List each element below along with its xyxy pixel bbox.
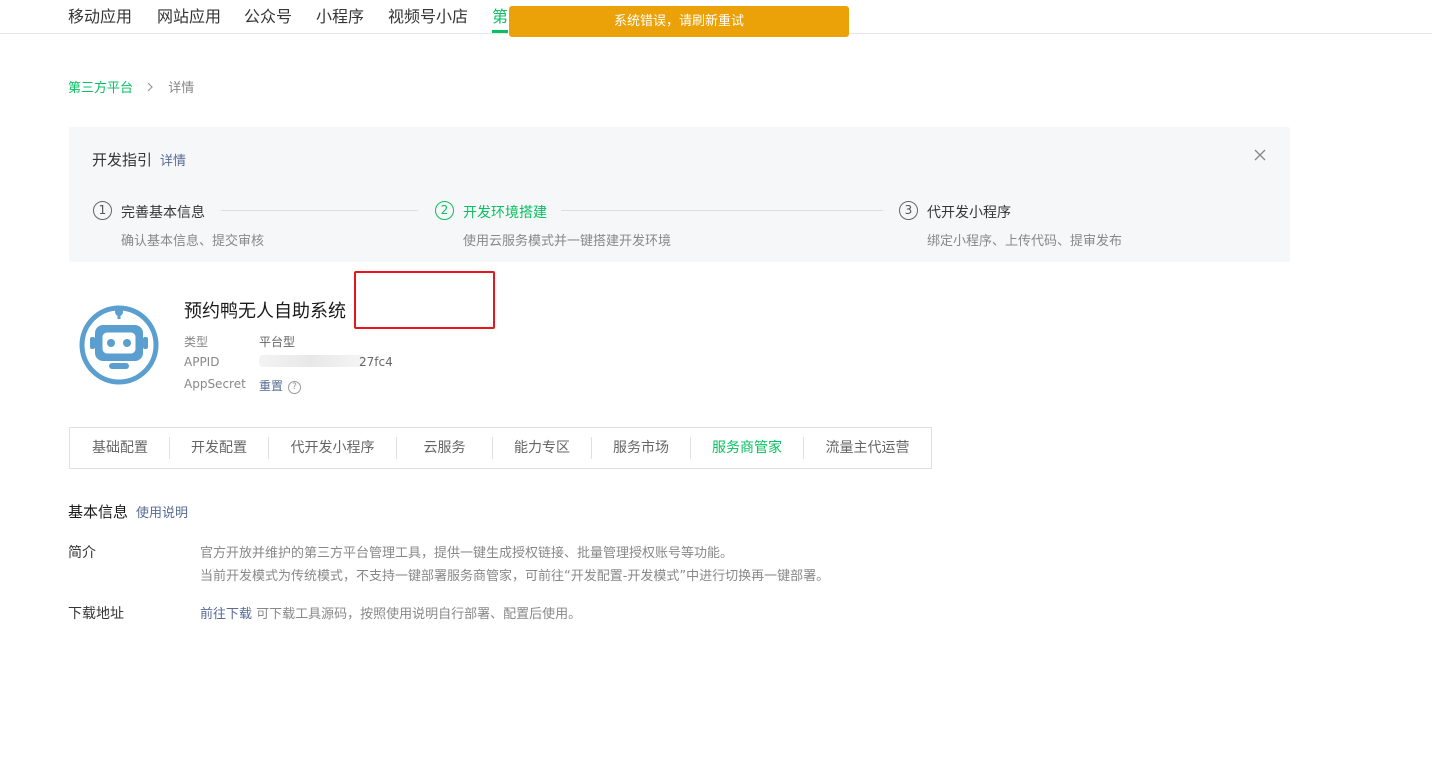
tab-service-butler[interactable]: 服务商管家 — [691, 428, 803, 468]
download-link[interactable]: 前往下载 — [200, 607, 252, 622]
guide-title: 开发指引 详情 — [92, 149, 186, 170]
type-label: 类型 — [184, 335, 209, 349]
tab-dev-config[interactable]: 开发配置 — [170, 428, 268, 468]
basic-info-heading: 基本信息 — [68, 503, 129, 521]
usage-guide-link[interactable]: 使用说明 — [136, 506, 188, 521]
reset-link[interactable]: 重置 — [259, 379, 283, 393]
breadcrumb-parent[interactable]: 第三方平台 — [68, 81, 133, 96]
breadcrumb: 第三方平台 详情 — [68, 77, 194, 96]
download-row: 前往下载 可下载工具源码，按照使用说明自行部署、配置后使用。 — [200, 603, 581, 622]
nav-tab-web-apps[interactable]: 网站应用 — [157, 3, 221, 27]
intro-line-2: 当前开发模式为传统模式，不支持一键部署服务商管家，可前往“开发配置-开发模式”中… — [200, 569, 830, 584]
close-icon[interactable] — [1254, 146, 1268, 161]
app-name: 预约鸭无人自助系统 — [184, 301, 346, 322]
dev-guide-panel: 开发指引 详情 1 完善基本信息 确认基本信息、提交审核 2 开发环境搭建 使用云… — [69, 127, 1290, 262]
breadcrumb-separator-icon — [147, 81, 158, 96]
nav-tab-mobile-apps[interactable]: 移动应用 — [68, 3, 132, 27]
robot-avatar-icon — [79, 303, 159, 385]
step-connector — [221, 210, 418, 211]
step-desc: 确认基本信息、提交审核 — [121, 234, 265, 249]
intro-label: 简介 — [68, 545, 96, 561]
intro-line-1: 官方开放并维护的第三方平台管理工具，提供一键生成授权链接、批量管理授权账号等功能… — [200, 546, 734, 561]
tab-proxy-dev-mini-program[interactable]: 代开发小程序 — [269, 428, 396, 468]
step-desc: 绑定小程序、上传代码、提审发布 — [927, 234, 1123, 249]
step-name: 完善基本信息 — [121, 205, 205, 221]
tab-cloud-service[interactable]: 云服务 — [397, 428, 492, 468]
nav-tab-official-account[interactable]: 公众号 — [244, 3, 292, 27]
download-label: 下载地址 — [68, 606, 124, 622]
error-toast: 系统错误，请刷新重试 — [509, 6, 849, 37]
tab-basic-config[interactable]: 基础配置 — [70, 428, 170, 468]
nav-tab-third-party[interactable]: 第 — [492, 3, 508, 27]
nav-tab-mini-program[interactable]: 小程序 — [316, 3, 364, 27]
step-number: 2 — [435, 201, 454, 220]
config-tabs: 基础配置 开发配置 代开发小程序 云服务 能力专区 服务市场 服务商管家 流量主… — [69, 427, 932, 469]
step-connector — [561, 210, 883, 211]
appid-value: 27fc4 — [359, 355, 393, 369]
nav-tab-channels-store[interactable]: 视频号小店 — [388, 3, 468, 27]
download-desc: 可下载工具源码，按照使用说明自行部署、配置后使用。 — [252, 607, 582, 622]
nav-active-underline — [492, 30, 508, 33]
tab-service-market[interactable]: 服务市场 — [592, 428, 690, 468]
appsecret-reset-link: 重置? — [259, 377, 302, 394]
step-number: 1 — [93, 201, 112, 220]
step-number: 3 — [899, 201, 918, 220]
appid-label: APPID — [184, 355, 220, 369]
guide-detail-link[interactable]: 详情 — [160, 154, 186, 169]
step-desc: 使用云服务模式并一键搭建开发环境 — [463, 234, 672, 249]
appsecret-label: AppSecret — [184, 377, 246, 391]
step-name: 代开发小程序 — [927, 205, 1011, 221]
appid-masked — [259, 355, 365, 367]
tab-capability-zone[interactable]: 能力专区 — [493, 428, 591, 468]
tab-traffic-ops[interactable]: 流量主代运营 — [804, 428, 931, 468]
guide-title-text: 开发指引 — [92, 151, 153, 169]
highlight-box — [354, 271, 495, 329]
type-value: 平台型 — [259, 335, 296, 349]
question-circle-icon[interactable]: ? — [288, 381, 302, 394]
step-name: 开发环境搭建 — [463, 205, 547, 221]
breadcrumb-current: 详情 — [168, 81, 195, 96]
basic-info-title: 基本信息 使用说明 — [68, 501, 188, 522]
